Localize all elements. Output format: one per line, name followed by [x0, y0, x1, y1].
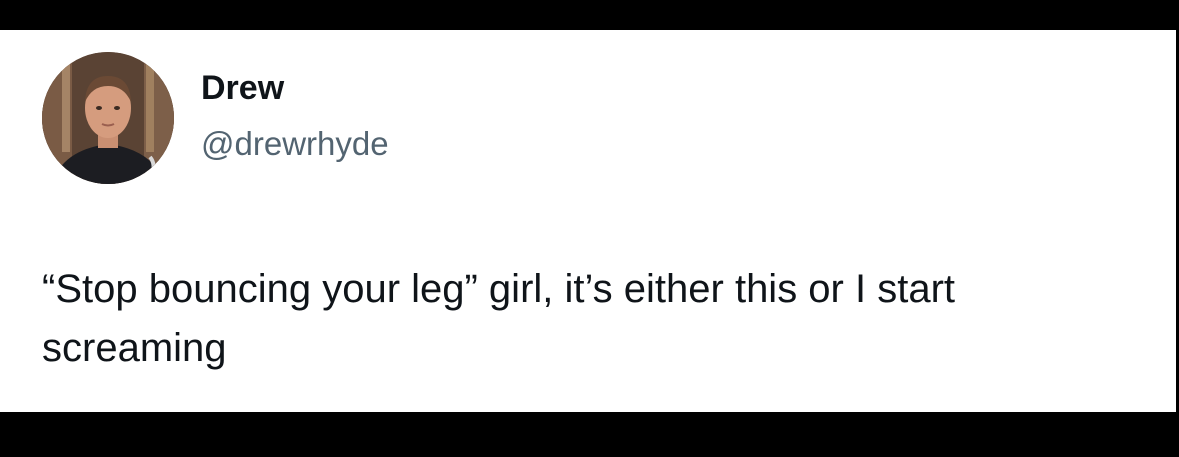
profile-photo-icon	[42, 52, 174, 184]
user-handle[interactable]: @drewrhyde	[201, 124, 389, 164]
tweet-card: Drew @drewrhyde “Stop bouncing your leg”…	[0, 30, 1176, 412]
tweet-text: “Stop bouncing your leg” girl, it’s eith…	[42, 267, 956, 370]
avatar[interactable]	[42, 52, 174, 184]
display-name[interactable]: Drew	[201, 68, 284, 108]
